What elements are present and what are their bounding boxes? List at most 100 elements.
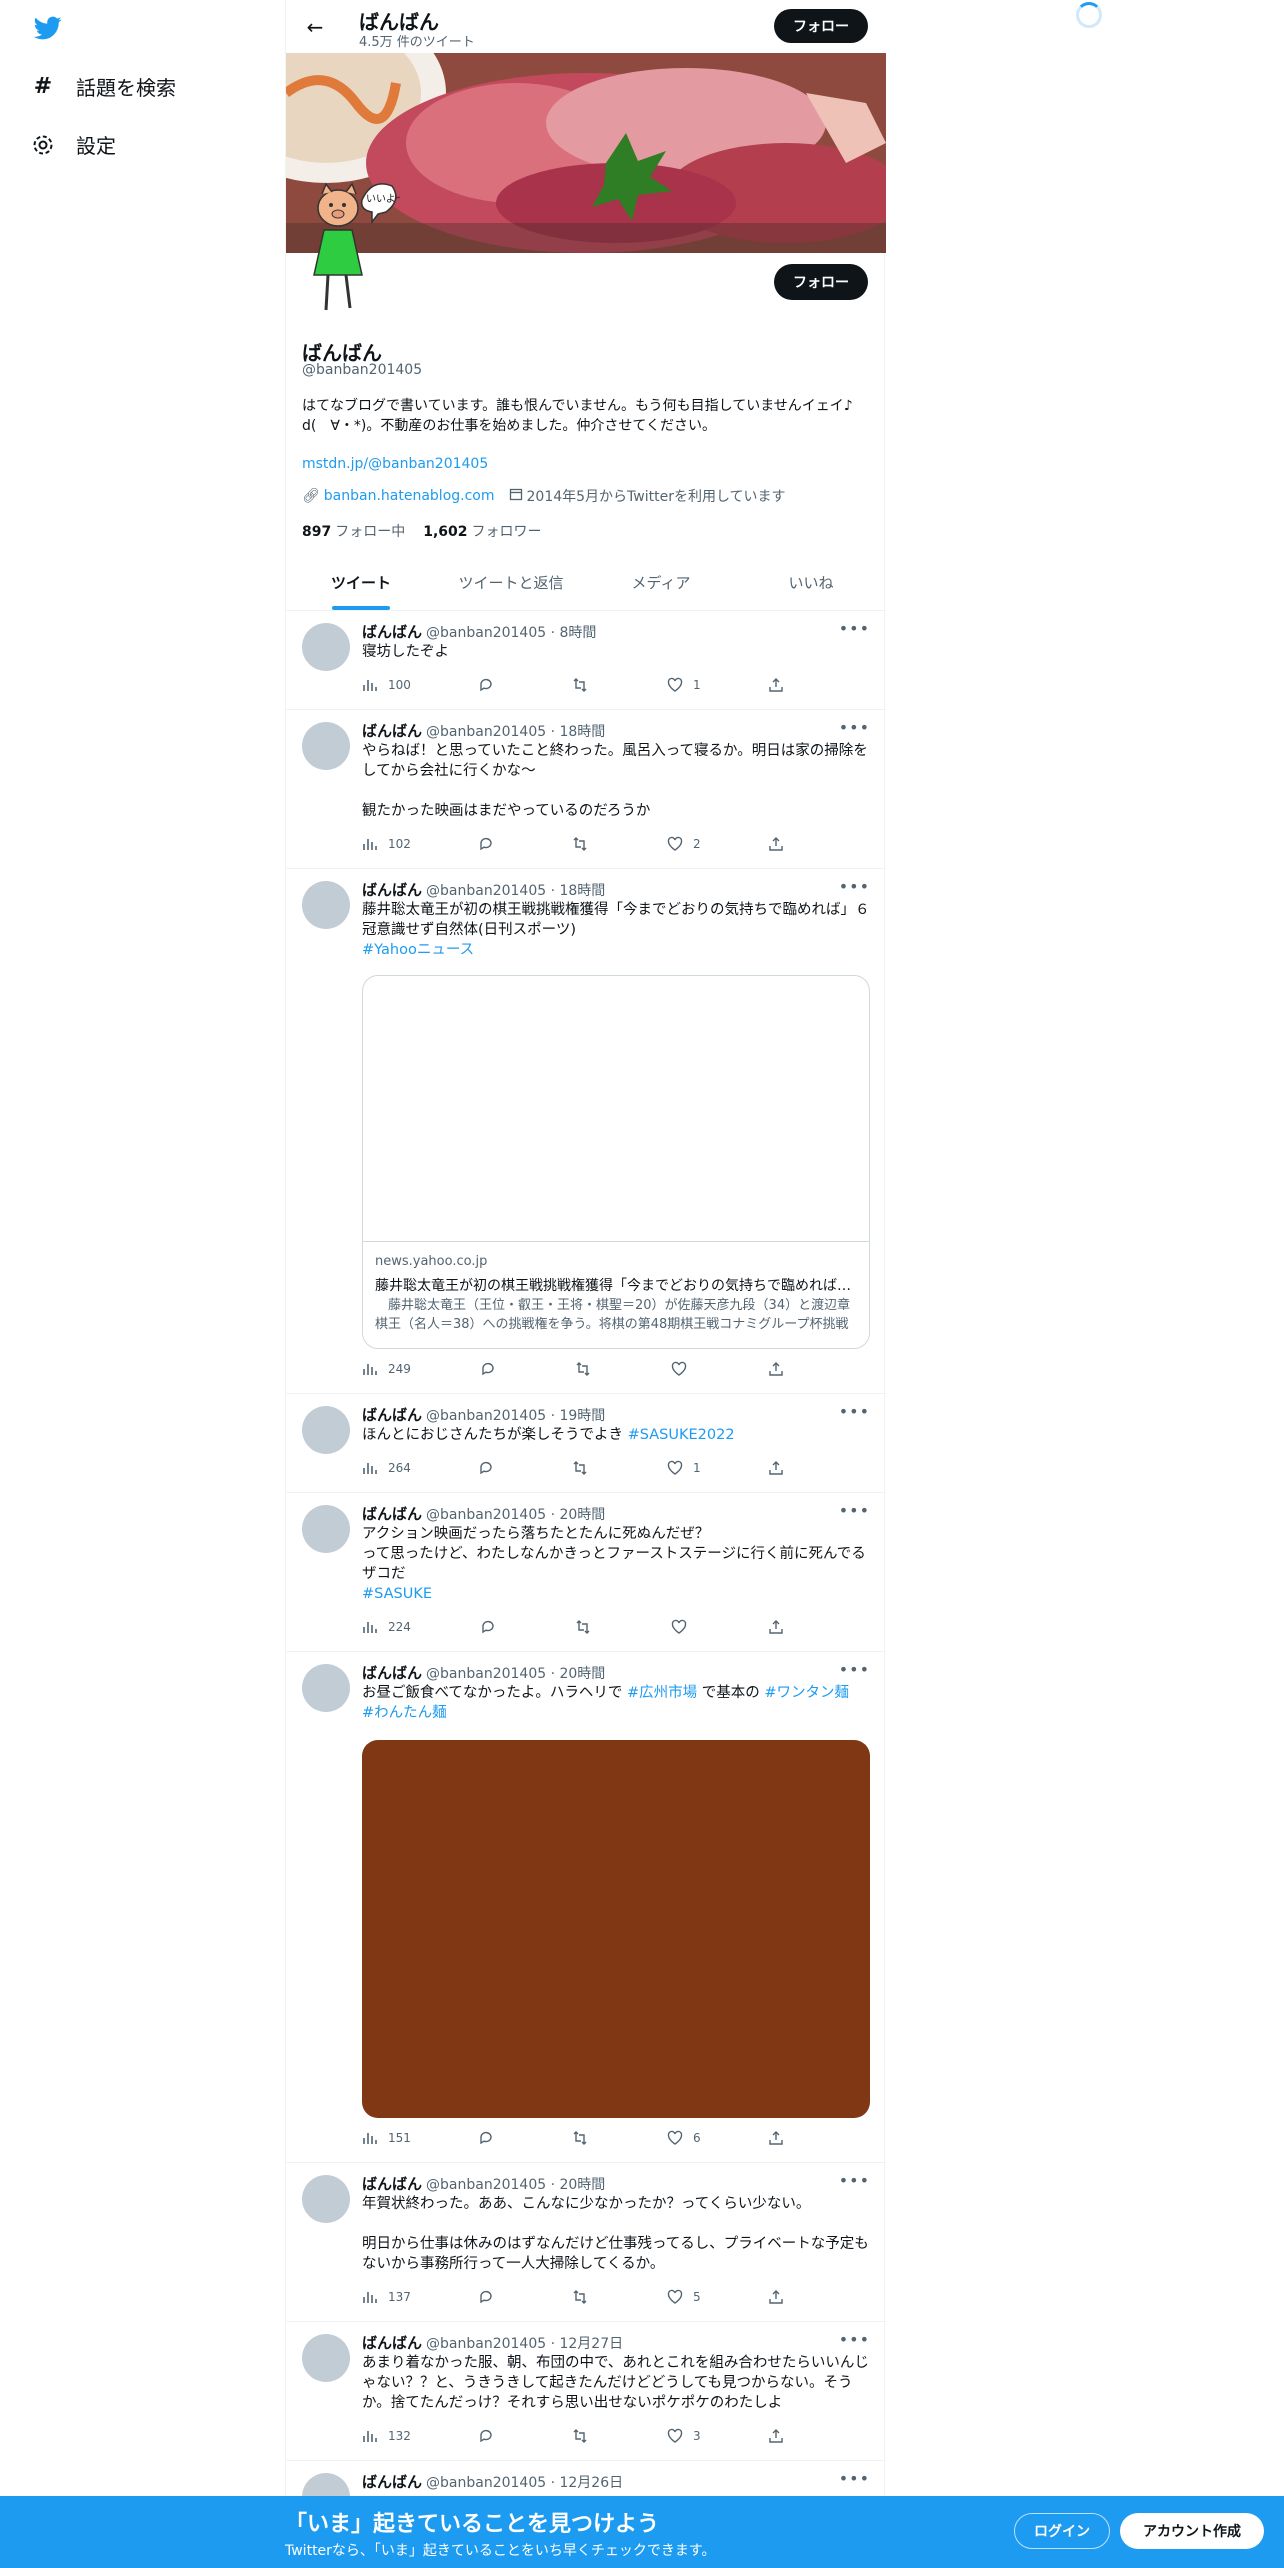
avatar[interactable] xyxy=(302,1406,350,1454)
profile-bio: はてなブログで書いています。誰も恨んでいません。もう何も目指していませんイェイ♪… xyxy=(302,398,853,434)
more-icon[interactable]: ••• xyxy=(839,1660,870,1679)
share-button[interactable] xyxy=(768,1460,784,1476)
share-button[interactable] xyxy=(768,677,784,693)
like-button[interactable]: 1 xyxy=(667,677,701,693)
following-stat[interactable]: 897 フォロー中 xyxy=(302,521,405,541)
retweet-button[interactable] xyxy=(575,1619,591,1635)
views-button[interactable]: 151 xyxy=(362,2130,411,2146)
tweet[interactable]: ばんばん @banban201405 · 12月27日 ••• あまり着なかった服… xyxy=(286,2322,886,2461)
tweet[interactable]: ばんばん @banban201405 · 8時間 ••• 寝坊したぞよ 100 1 xyxy=(286,611,886,710)
retweet-button[interactable] xyxy=(575,1361,591,1377)
views-button[interactable]: 100 xyxy=(362,677,411,693)
login-button[interactable]: ログイン xyxy=(1014,2513,1110,2549)
hashtag-link[interactable]: #SASUKE xyxy=(362,1586,432,1602)
reply-button[interactable] xyxy=(478,836,494,852)
share-icon xyxy=(769,2429,783,2443)
avatar[interactable] xyxy=(302,1505,350,1553)
avatar[interactable] xyxy=(302,722,350,770)
nav-explore[interactable]: # 話題を検索 xyxy=(30,72,176,101)
header-tweet-count: 4.5万 件のツイート xyxy=(359,35,475,50)
avatar[interactable] xyxy=(302,623,350,671)
avatar[interactable] xyxy=(302,2334,350,2382)
hashtag-link[interactable]: #広州市場 xyxy=(627,1685,697,1701)
views-button[interactable]: 137 xyxy=(362,2289,411,2305)
like-button[interactable] xyxy=(671,1361,697,1377)
tweet[interactable]: ばんばん @banban201405 · 19時間 ••• ほんとにおじさんたちが… xyxy=(286,1394,886,1493)
reply-button[interactable] xyxy=(478,2289,494,2305)
hashtag-link[interactable]: #わんたん麺 xyxy=(362,1705,447,1721)
header-follow-button[interactable]: フォロー xyxy=(774,9,868,43)
retweet-button[interactable] xyxy=(572,2428,588,2444)
tab-tweets[interactable]: ツイート xyxy=(286,555,436,610)
reply-icon xyxy=(480,1461,492,1475)
share-button[interactable] xyxy=(768,1619,784,1635)
profile-bio-link[interactable]: mstdn.jp/@banban201405 xyxy=(302,456,488,472)
reply-button[interactable] xyxy=(478,2428,494,2444)
more-icon[interactable]: ••• xyxy=(839,1501,870,1520)
retweet-button[interactable] xyxy=(572,2130,588,2146)
views-icon xyxy=(363,2431,377,2442)
retweet-button[interactable] xyxy=(572,836,588,852)
tab-likes[interactable]: いいね xyxy=(736,555,886,610)
reply-button[interactable] xyxy=(478,677,494,693)
heart-icon xyxy=(667,1460,683,1475)
share-button[interactable] xyxy=(768,1361,784,1377)
like-button[interactable] xyxy=(671,1619,697,1635)
back-arrow-icon[interactable]: ← xyxy=(300,12,330,42)
like-button[interactable]: 2 xyxy=(667,836,701,852)
views-button[interactable]: 102 xyxy=(362,836,411,852)
share-button[interactable] xyxy=(768,2130,784,2146)
profile-website-link[interactable]: banban.hatenablog.com xyxy=(324,488,495,504)
tweet[interactable]: ばんばん @banban201405 · 20時間 ••• お昼ご飯食べてなかった… xyxy=(286,1652,886,2163)
avatar[interactable] xyxy=(302,2175,350,2223)
views-button[interactable]: 249 xyxy=(362,1361,411,1377)
hashtag-link[interactable]: #SASUKE2022 xyxy=(628,1427,735,1443)
more-icon[interactable]: ••• xyxy=(839,877,870,896)
hashtag-link[interactable]: #ワンタン麺 xyxy=(764,1685,849,1701)
reply-button[interactable] xyxy=(480,1361,496,1377)
reply-button[interactable] xyxy=(478,1460,494,1476)
link-card[interactable]: news.yahoo.co.jp 藤井聡太竜王が初の棋王戦挑戦権獲得「今までどお… xyxy=(362,975,870,1349)
like-button[interactable]: 1 xyxy=(667,1460,701,1476)
retweet-icon xyxy=(573,1461,587,1475)
nav-settings[interactable]: 設定 xyxy=(30,130,116,159)
reply-icon xyxy=(482,1620,494,1634)
reply-button[interactable] xyxy=(480,1619,496,1635)
profile-avatar[interactable]: いいよ〜 xyxy=(300,180,400,320)
more-icon[interactable]: ••• xyxy=(839,2171,870,2190)
reply-button[interactable] xyxy=(478,2130,494,2146)
views-button[interactable]: 224 xyxy=(362,1619,411,1635)
twitter-bird-icon[interactable] xyxy=(32,14,64,42)
like-button[interactable]: 3 xyxy=(667,2428,701,2444)
more-icon[interactable]: ••• xyxy=(839,2469,870,2488)
signup-button[interactable]: アカウント作成 xyxy=(1120,2513,1264,2549)
tweet[interactable]: ばんばん @banban201405 · 18時間 ••• 藤井聡太竜王が初の棋王… xyxy=(286,869,886,1394)
followers-stat[interactable]: 1,602 フォロワー xyxy=(423,521,541,541)
retweet-button[interactable] xyxy=(572,2289,588,2305)
avatar[interactable] xyxy=(302,881,350,929)
retweet-button[interactable] xyxy=(572,677,588,693)
more-icon[interactable]: ••• xyxy=(839,1402,870,1421)
share-button[interactable] xyxy=(768,836,784,852)
more-icon[interactable]: ••• xyxy=(839,619,870,638)
avatar[interactable] xyxy=(302,1664,350,1712)
tweet-photo[interactable] xyxy=(362,1740,870,2118)
like-button[interactable]: 6 xyxy=(667,2130,701,2146)
more-icon[interactable]: ••• xyxy=(839,2330,870,2349)
hashtag-link[interactable]: #Yahooニュース xyxy=(362,942,474,958)
tab-media[interactable]: メディア xyxy=(586,555,736,610)
tweet[interactable]: ばんばん @banban201405 · 20時間 ••• アクション映画だったら… xyxy=(286,1493,886,1652)
share-button[interactable] xyxy=(768,2428,784,2444)
retweet-button[interactable] xyxy=(572,1460,588,1476)
tweet[interactable]: ばんばん @banban201405 · 18時間 ••• やらねば！と思っていた… xyxy=(286,710,886,869)
views-button[interactable]: 264 xyxy=(362,1460,411,1476)
tweet-header: ばんばん @banban201405 · 20時間 xyxy=(362,2175,606,2193)
tab-tweets-replies[interactable]: ツイートと返信 xyxy=(436,555,586,610)
views-button[interactable]: 132 xyxy=(362,2428,411,2444)
like-button[interactable]: 5 xyxy=(667,2289,701,2305)
tweet-actions: 132 3 xyxy=(362,2428,784,2448)
more-icon[interactable]: ••• xyxy=(839,718,870,737)
tweet[interactable]: ばんばん @banban201405 · 20時間 ••• 年賀状終わった。ああ、… xyxy=(286,2163,886,2322)
profile-follow-button[interactable]: フォロー xyxy=(774,264,868,300)
share-button[interactable] xyxy=(768,2289,784,2305)
